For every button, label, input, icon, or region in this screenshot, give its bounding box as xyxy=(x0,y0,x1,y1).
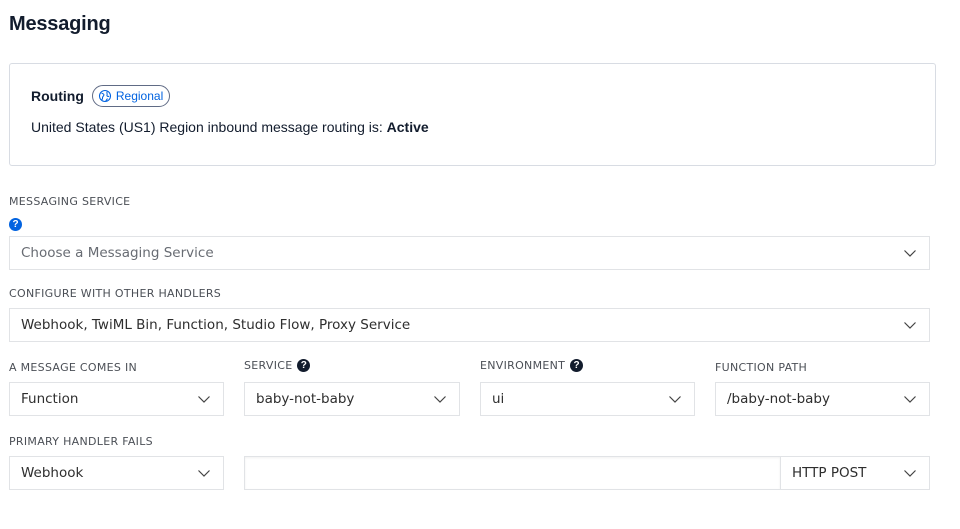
fallback-handler-value: Webhook xyxy=(21,465,84,481)
function-path-label-text: FUNCTION PATH xyxy=(715,361,808,374)
regional-badge: Regional xyxy=(91,85,171,107)
function-path-label: FUNCTION PATH xyxy=(715,361,807,374)
other-handlers-label: CONFIGURE WITH OTHER HANDLERS xyxy=(9,287,221,300)
message-comes-in-label: A MESSAGE COMES IN xyxy=(9,361,137,374)
chevron-down-icon xyxy=(198,470,210,477)
question-circle-icon[interactable]: ? xyxy=(297,359,311,372)
question-circle-icon[interactable]: ? xyxy=(9,218,22,231)
messaging-service-label: MESSAGING SERVICE xyxy=(9,195,130,208)
globe-icon xyxy=(98,89,111,103)
other-handlers-value: Webhook, TwiML Bin, Function, Studio Flo… xyxy=(21,317,411,333)
fallback-method-value: HTTP POST xyxy=(792,465,867,481)
service-label-text: SERVICE xyxy=(244,359,293,372)
environment-label: ENVIRONMENT ? xyxy=(480,359,584,372)
routing-status-value: Active xyxy=(386,119,429,135)
function-path-value: /baby-not-baby xyxy=(727,391,830,407)
routing-status: United States (US1) Region inbound messa… xyxy=(31,119,429,135)
chevron-down-icon xyxy=(434,396,446,403)
message-comes-in-label-text: A MESSAGE COMES IN xyxy=(9,361,138,374)
messaging-service-placeholder: Choose a Messaging Service xyxy=(21,245,214,261)
fallback-handler-select[interactable]: Webhook xyxy=(9,456,224,490)
message-comes-in-value: Function xyxy=(21,391,79,407)
other-handlers-select[interactable]: Webhook, TwiML Bin, Function, Studio Flo… xyxy=(9,308,930,342)
service-value: baby-not-baby xyxy=(256,391,355,407)
primary-handler-fails-label: PRIMARY HANDLER FAILS xyxy=(9,435,153,448)
fallback-url-input[interactable] xyxy=(244,456,781,490)
message-comes-in-select[interactable]: Function xyxy=(9,382,224,416)
service-select[interactable]: baby-not-baby xyxy=(244,382,460,416)
messaging-service-label-text: MESSAGING SERVICE xyxy=(9,195,131,208)
chevron-down-icon xyxy=(904,322,916,329)
function-path-select[interactable]: /baby-not-baby xyxy=(715,382,930,416)
routing-status-text: United States (US1) Region inbound messa… xyxy=(31,119,387,135)
other-handlers-label-text: CONFIGURE WITH OTHER HANDLERS xyxy=(9,287,222,300)
question-circle-icon[interactable]: ? xyxy=(570,359,584,372)
chevron-down-icon xyxy=(904,250,916,257)
environment-label-text: ENVIRONMENT xyxy=(480,359,566,372)
environment-value: ui xyxy=(492,391,505,407)
messaging-service-select[interactable]: Choose a Messaging Service xyxy=(9,236,930,270)
regional-badge-text: Regional xyxy=(115,89,164,103)
service-label: SERVICE ? xyxy=(244,359,311,372)
environment-select[interactable]: ui xyxy=(480,382,695,416)
routing-label: Routing xyxy=(31,88,84,104)
chevron-down-icon xyxy=(904,470,916,477)
chevron-down-icon xyxy=(904,396,916,403)
fallback-method-select[interactable]: HTTP POST xyxy=(780,456,930,490)
chevron-down-icon xyxy=(198,396,210,403)
chevron-down-icon xyxy=(669,396,681,403)
routing-card: Routing Regional United States (US1) Reg… xyxy=(9,63,936,166)
page-title: Messaging xyxy=(9,13,111,35)
primary-handler-fails-label-text: PRIMARY HANDLER FAILS xyxy=(9,435,153,448)
routing-header: Routing Regional xyxy=(31,85,171,107)
